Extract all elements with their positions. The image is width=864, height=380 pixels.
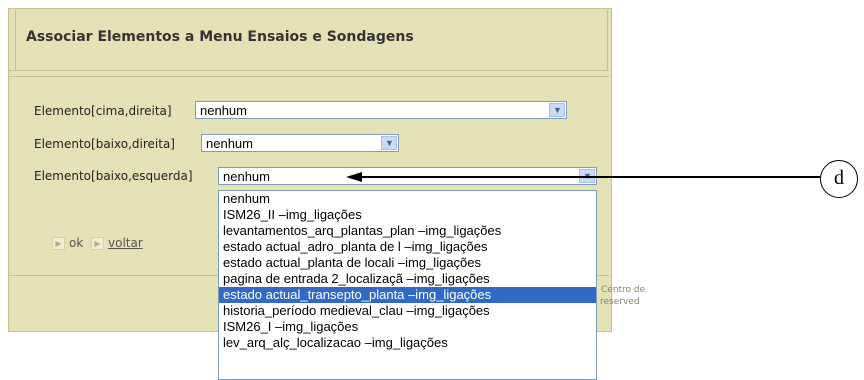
arrow-head	[346, 172, 362, 182]
callout-circle: d	[820, 160, 858, 198]
annotation-arrow	[346, 172, 820, 182]
